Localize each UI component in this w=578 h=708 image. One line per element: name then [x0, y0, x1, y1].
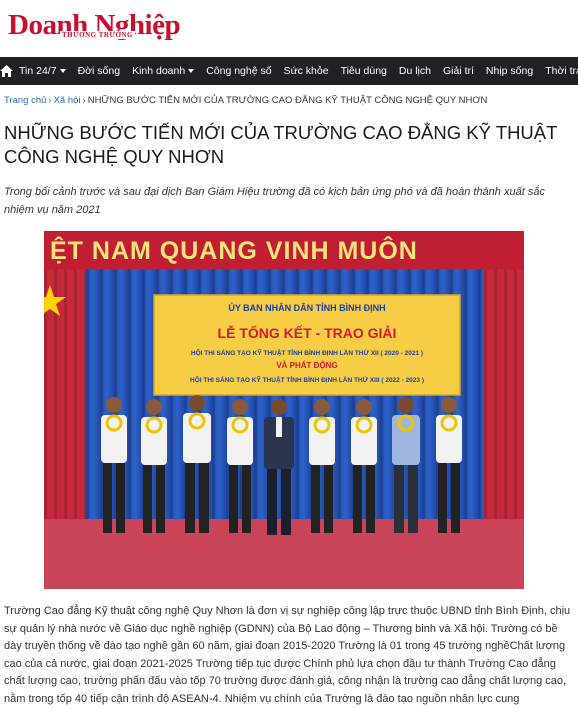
breadcrumb-home[interactable]: Trang chủ — [4, 95, 46, 106]
home-icon[interactable] — [0, 57, 13, 85]
article-photo-scene: ỆT NAM QUANG VINH MUÔN ỦY BAN NHÂN DÂN T… — [44, 231, 524, 589]
right-drape — [484, 269, 524, 519]
nav-item-du-lich[interactable]: Du lịch — [393, 57, 437, 85]
top-banner-text: ỆT NAM QUANG VINH MUÔN — [50, 235, 418, 265]
breadcrumb: Trang chủ › Xã hội › NHỮNG BƯỚC TIẾN MỚI CỦA… — [4, 95, 487, 106]
nav-item-suc-khoe[interactable]: Sức khỏe — [278, 57, 335, 85]
logo-tagline: THƯƠNG TRƯỜNG — [60, 31, 135, 39]
breadcrumb-separator: › — [48, 95, 52, 106]
nav-item-kinh-doanh[interactable]: Kinh doanh — [126, 57, 200, 85]
board-line2: LỄ TỔNG KẾT - TRAO GIẢI — [218, 324, 397, 341]
site-logo[interactable]: Doanh Nghiệp THƯƠNG TRƯỜNG — [8, 8, 181, 52]
breadcrumb-section[interactable]: Xã hội — [54, 95, 81, 106]
nav-item-tieu-dung[interactable]: Tiêu dùng — [335, 57, 393, 85]
article-photo[interactable]: ỆT NAM QUANG VINH MUÔN ỦY BAN NHÂN DÂN T… — [44, 231, 524, 589]
article-title: NHỮNG BƯỚC TIẾN MỚI CỦA TRƯỜNG CAO ĐẲNG … — [4, 122, 558, 167]
board-line4: VÀ PHÁT ĐỘNG — [276, 361, 337, 370]
board-line1: ỦY BAN NHÂN DÂN TỈNH BÌNH ĐỊNH — [228, 302, 385, 313]
breadcrumb-separator: › — [82, 95, 86, 106]
article-sapo: Trong bối cảnh trước và sau đại dịch Ban… — [4, 186, 545, 216]
chevron-down-icon — [188, 69, 195, 73]
nav-item-nhip-song[interactable]: Nhịp sống — [480, 57, 539, 85]
nav-item-doi-song[interactable]: Đời sống — [72, 57, 127, 85]
nav-item-giai-tri[interactable]: Giải trí — [437, 57, 480, 85]
nav-item-tin-24-7[interactable]: Tin 24/7 — [13, 57, 72, 85]
nav-item-cong-nghe-so[interactable]: Công nghệ số — [200, 57, 277, 85]
article-body: Trường Cao đẳng Kỹ thuật công nghệ Quy N… — [4, 605, 571, 705]
chevron-down-icon — [59, 69, 66, 73]
nav-item-thoi-trang[interactable]: Thời trang — [539, 57, 578, 85]
main-navigation: Tin 24/7 Đời sống Kinh doanh Công nghệ s… — [0, 57, 578, 85]
breadcrumb-current: NHỮNG BƯỚC TIẾN MỚI CỦA TRƯỜNG CAO ĐẲNG … — [87, 95, 488, 106]
